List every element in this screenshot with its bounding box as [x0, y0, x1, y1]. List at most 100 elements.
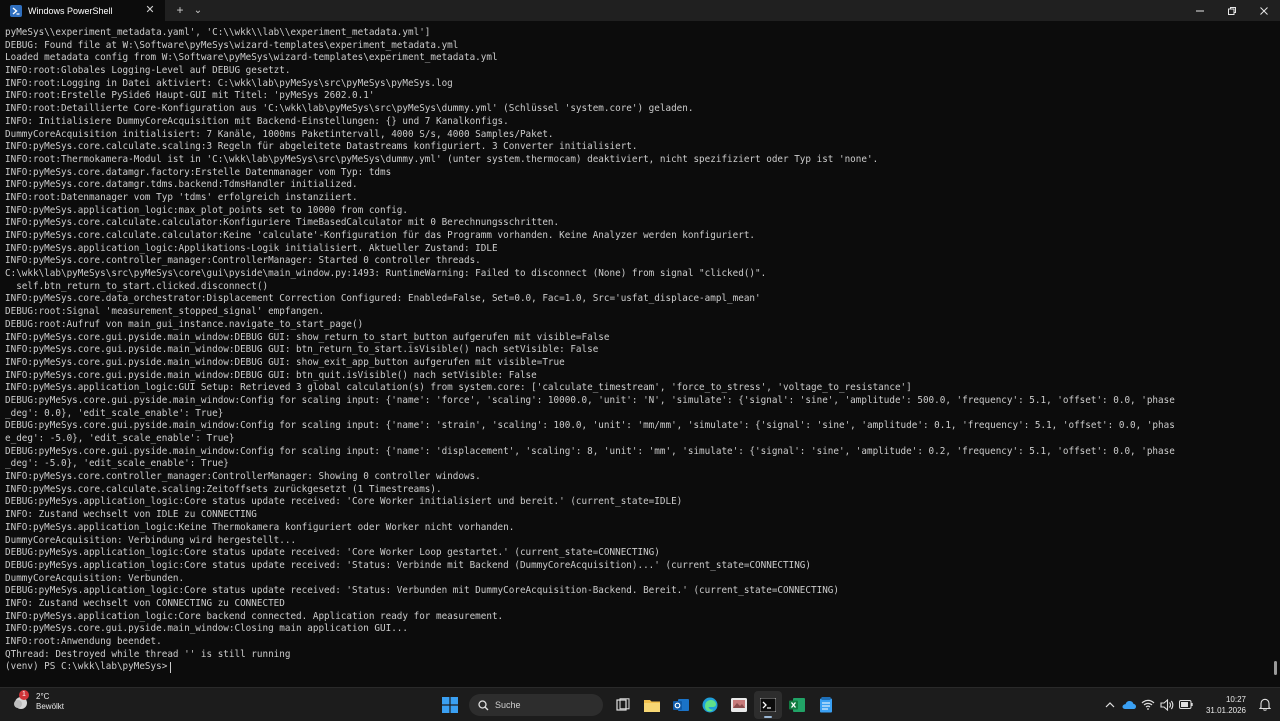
terminal-line: INFO:pyMeSys.core.gui.pyside.main_window…: [5, 356, 565, 368]
notepad-icon: [820, 697, 832, 713]
terminal-line: DEBUG:root:Signal 'measurement_stopped_s…: [5, 306, 325, 318]
minimize-icon: [1196, 10, 1204, 11]
windows-icon: [442, 697, 458, 713]
tab-windows-powershell[interactable]: Windows PowerShell ✕: [0, 0, 165, 21]
terminal-line: _deg': -5.0}, 'edit_scale_enable': True}: [5, 458, 229, 470]
terminal-output[interactable]: pyMeSys\\experiment_metadata.yaml', 'C:\…: [0, 21, 1280, 687]
terminal-line: INFO:root:Detaillierte Core-Konfiguratio…: [5, 103, 694, 115]
terminal-line: DEBUG:root:Aufruf von main_gui_instance.…: [5, 318, 364, 330]
terminal-line: INFO:pyMeSys.core.controller_manager:Con…: [5, 471, 481, 483]
terminal-line: DEBUG:pyMeSys.core.gui.pyside.main_windo…: [5, 420, 1175, 432]
terminal-line: DEBUG:pyMeSys.application_logic:Core sta…: [5, 496, 683, 508]
terminal-line: DummyCoreAcquisition: Verbunden.: [5, 572, 185, 584]
scrollbar[interactable]: [1274, 661, 1277, 675]
search-icon: [478, 699, 489, 710]
terminal-line: INFO:pyMeSys.application_logic:max_plot_…: [5, 204, 408, 216]
active-indicator: [764, 716, 772, 718]
terminal-line: INFO:pyMeSys.core.calculate.scaling:3 Re…: [5, 141, 638, 153]
maximize-button[interactable]: [1216, 0, 1248, 21]
terminal-line: INFO:root:Thermokamera-Modul ist in 'C:\…: [5, 153, 879, 165]
close-icon: [1260, 6, 1268, 15]
weather-icon: 1: [12, 690, 30, 711]
weather-widget[interactable]: 1 2°C Bewölkt: [12, 690, 65, 712]
photo-app-button[interactable]: [725, 691, 753, 719]
terminal-line: INFO:pyMeSys.core.calculate.calculator:K…: [5, 230, 756, 241]
taskbar: 1 2°C Bewölkt Suche 10:27 31.01.2026: [0, 687, 1280, 721]
wifi-icon: [1141, 699, 1155, 710]
network-button[interactable]: [1139, 699, 1157, 710]
powershell-icon: [10, 4, 22, 17]
terminal-line: INFO:pyMeSys.core.calculate.calculator:K…: [5, 217, 560, 229]
terminal-line: INFO:pyMeSys.core.datamgr.tdms.backend:T…: [5, 179, 358, 191]
chevron-up-icon: [1105, 701, 1115, 707]
terminal-line: DEBUG:pyMeSys.core.gui.pyside.main_windo…: [5, 394, 1175, 406]
terminal-lines: pyMeSys\\experiment_metadata.yaml', 'C:\…: [5, 27, 1267, 674]
terminal-line: INFO:pyMeSys.application_logic:Core back…: [5, 610, 504, 622]
tab-dropdown-button[interactable]: ⌄: [189, 0, 207, 21]
volume-button[interactable]: [1158, 698, 1176, 711]
excel-button[interactable]: [783, 691, 811, 719]
terminal-line: INFO:pyMeSys.application_logic:GUI Setup…: [5, 382, 912, 394]
cloud-icon: [1122, 700, 1136, 709]
folder-icon: [644, 700, 660, 712]
clock-date: 31.01.2026: [1205, 705, 1246, 715]
weather-desc: Bewölkt: [36, 702, 65, 711]
notifications-button[interactable]: [1256, 698, 1274, 711]
weather-temp: 2°C: [36, 692, 50, 701]
terminal-line: pyMeSys\\experiment_metadata.yaml', 'C:\…: [5, 27, 431, 38]
terminal-line: INFO:pyMeSys.core.gui.pyside.main_window…: [5, 369, 537, 381]
terminal-icon: [760, 698, 776, 712]
terminal-line: INFO:pyMeSys.core.gui.pyside.main_window…: [5, 623, 408, 635]
speaker-icon: [1160, 698, 1174, 711]
system-tray: 10:27 31.01.2026: [1101, 688, 1280, 721]
terminal-line: DummyCoreAcquisition initialisiert: 7 Ka…: [5, 128, 554, 140]
title-bar: Windows PowerShell ✕ + ⌄: [0, 0, 1280, 21]
weather-badge: 1: [19, 690, 29, 700]
task-view-button[interactable]: [609, 691, 637, 719]
terminal-button[interactable]: [754, 691, 782, 719]
restore-icon: [1228, 6, 1236, 15]
battery-button[interactable]: [1177, 700, 1195, 709]
terminal-prompt-line[interactable]: (venv) PS C:\wkk\lab\pyMeSys>: [5, 661, 1267, 674]
battery-icon: [1178, 700, 1193, 709]
terminal-line: DEBUG:pyMeSys.application_logic:Core sta…: [5, 585, 839, 597]
terminal-line: self.btn_return_to_start.clicked.disconn…: [5, 280, 269, 292]
terminal-line: INFO:pyMeSys.core.data_orchestrator:Disp…: [5, 293, 761, 305]
edge-icon: [702, 697, 718, 713]
terminal-line: INFO:pyMeSys.core.controller_manager:Con…: [5, 255, 481, 267]
taskbar-search[interactable]: Suche: [469, 694, 603, 716]
terminal-line: INFO:pyMeSys.core.calculate.scaling:Zeit…: [5, 483, 442, 495]
clock[interactable]: 10:27 31.01.2026: [1206, 694, 1246, 716]
excel-icon: [789, 698, 805, 712]
outlook-button[interactable]: [667, 691, 695, 719]
terminal-line: INFO:pyMeSys.application_logic:Keine The…: [5, 521, 515, 533]
terminal-line: DEBUG:pyMeSys.application_logic:Core sta…: [5, 559, 811, 571]
tab-close-icon[interactable]: ✕: [143, 3, 157, 17]
terminal-prompt: (venv) PS C:\wkk\lab\pyMeSys>: [5, 661, 168, 673]
search-label: Suche: [495, 700, 521, 710]
onedrive-button[interactable]: [1120, 700, 1138, 710]
terminal-line: C:\wkk\lab\pyMeSys\src\pyMeSys\core\gui\…: [5, 268, 767, 280]
minimize-button[interactable]: [1184, 0, 1216, 21]
terminal-line: INFO:root:Logging in Datei aktiviert: C:…: [5, 77, 453, 89]
terminal-line: INFO:pyMeSys.core.gui.pyside.main_window…: [5, 344, 599, 356]
terminal-line: Loaded metadata config from W:\Software\…: [5, 52, 498, 64]
outlook-icon: [673, 699, 689, 711]
terminal-line: INFO:root:Anwendung beendet.: [5, 636, 162, 647]
terminal-line: e_deg': -5.0}, 'edit_scale_enable': True…: [5, 433, 235, 444]
terminal-line: INFO:pyMeSys.core.gui.pyside.main_window…: [5, 331, 610, 343]
show-hidden-icons-button[interactable]: [1101, 701, 1119, 709]
terminal-line: INFO:root:Erstelle PySide6 Haupt-GUI mit…: [5, 90, 375, 102]
terminal-line: INFO:pyMeSys.core.datamgr.factory:Erstel…: [5, 166, 392, 178]
terminal-line: DEBUG:pyMeSys.core.gui.pyside.main_windo…: [5, 445, 1175, 457]
terminal-line: INFO: Zustand wechselt von IDLE zu CONNE…: [5, 509, 257, 521]
start-button[interactable]: [436, 691, 464, 719]
task-view-icon: [616, 698, 630, 711]
file-explorer-button[interactable]: [638, 691, 666, 719]
notepad-button[interactable]: [812, 691, 840, 719]
close-button[interactable]: [1248, 0, 1280, 21]
edge-button[interactable]: [696, 691, 724, 719]
new-tab-button[interactable]: +: [171, 0, 189, 21]
terminal-line: DEBUG:pyMeSys.application_logic:Core sta…: [5, 547, 660, 559]
clock-time: 10:27: [1225, 694, 1246, 704]
